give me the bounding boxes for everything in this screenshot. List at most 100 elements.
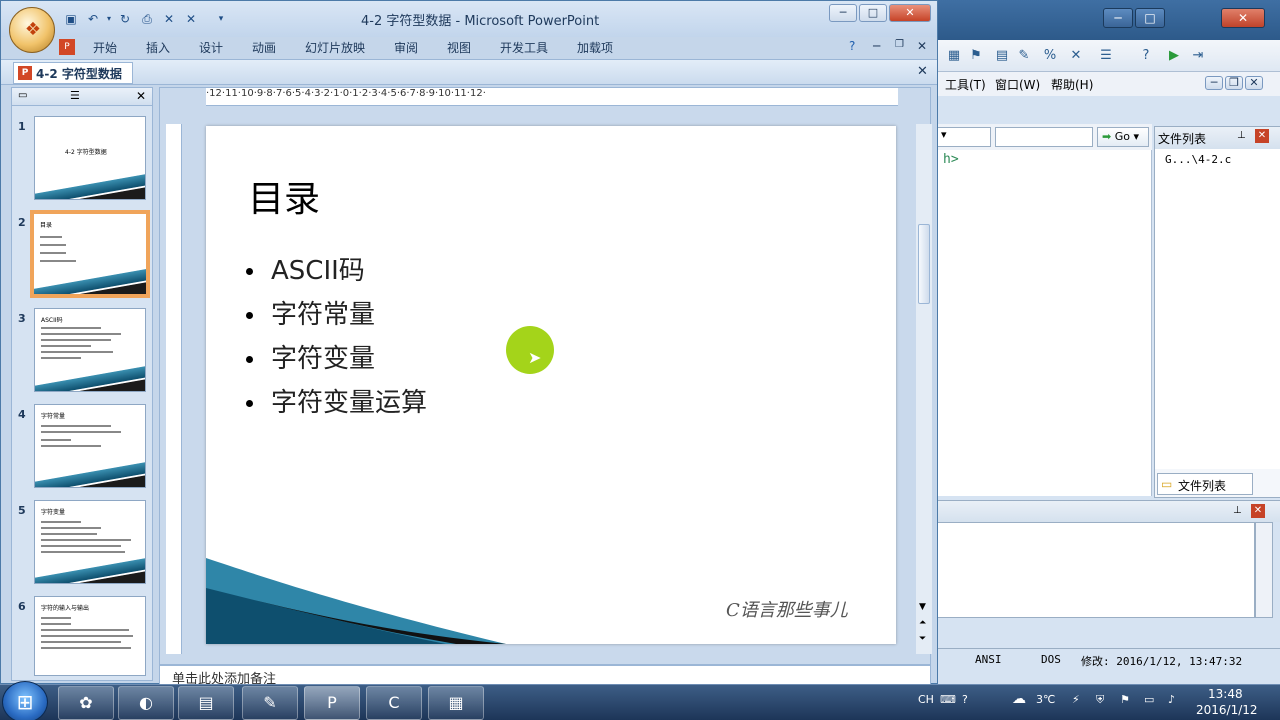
taskbar-explorer-icon[interactable]: ▤ [178,686,234,720]
taskbar-cfree-icon[interactable]: C [366,686,422,720]
ide-minimize-button[interactable]: ─ [1103,8,1133,28]
scope-combo[interactable]: ▾ [937,127,991,147]
tab-design[interactable]: 设计 [199,39,223,56]
customize-qat-icon[interactable]: ▾ [213,11,229,27]
output-scrollbar[interactable] [1255,522,1273,618]
office-button[interactable]: ❖ [9,7,55,53]
tab-view[interactable]: 视图 [447,39,471,56]
taskbar-calculator-icon[interactable]: ▦ [428,686,484,720]
help-icon[interactable]: ? [849,39,855,53]
slide-thumbnail[interactable]: 字符变量 [34,500,146,584]
run-icon[interactable]: ▶ [1165,47,1183,65]
help-tray-icon[interactable]: ? [962,693,968,706]
bullet-item[interactable]: ASCII码 [246,250,365,287]
thumb-line [41,623,71,625]
output-panel[interactable] [937,522,1255,618]
help-icon[interactable]: ? [1137,47,1155,65]
mdi-close-button[interactable]: ✕ [1245,76,1263,90]
display-icon[interactable]: ▭ [1144,693,1154,706]
weather-cloud-icon[interactable]: ☁ [1012,691,1026,707]
save-icon[interactable]: ▣ [63,11,79,27]
slide-thumbnail-selected[interactable]: 目录 [30,210,150,298]
scroll-down-icon[interactable]: ▼ [919,602,926,612]
document-close-icon[interactable]: ✕ [917,64,928,79]
symbol-combo[interactable] [995,127,1093,147]
next-slide-icon[interactable]: ⏷ [919,634,926,644]
slides-tab-icon[interactable]: ▭ [18,90,27,101]
percent-icon[interactable]: % [1041,47,1059,65]
undo-dropdown-icon[interactable]: ▾ [101,11,117,27]
notes-pane[interactable]: 单击此处添加备注 [159,665,931,685]
go-button[interactable]: ➡ Go ▾ [1097,127,1149,147]
flag-icon[interactable]: ⚑ [1120,693,1130,706]
print-preview-icon[interactable]: ⎙ [139,11,155,27]
output-pin-icon[interactable]: ⊥ [1233,505,1242,516]
tab-insert[interactable]: 插入 [146,39,170,56]
slide-thumbnail[interactable]: ASCII码 [34,308,146,392]
language-indicator[interactable]: CH [918,693,934,706]
slide-thumbnail[interactable]: 字符的输入与输出 [34,596,146,676]
ribbon-minimize-icon[interactable]: ─ [873,39,880,53]
undo-icon[interactable]: ↶ [85,11,101,27]
slide-scrollbar[interactable]: ▼ ⏶ ⏷ [916,124,932,654]
close-small-icon[interactable]: ✕ [183,11,199,27]
ide-close-button[interactable]: ✕ [1221,8,1265,28]
scrollbar-thumb[interactable] [918,224,930,304]
bookmark-icon[interactable]: ⚑ [967,47,985,65]
panel-close-icon[interactable]: ✕ [1255,129,1269,143]
document-tab[interactable]: P 4-2 字符型数据 [13,62,133,84]
mdi-minimize-button[interactable]: ─ [1205,76,1223,90]
step-icon[interactable]: ⇥ [1189,47,1207,65]
file-item[interactable]: G...\4-2.c [1165,153,1231,166]
minimize-button[interactable]: ─ [829,4,857,22]
slide-title[interactable]: 目录 [248,170,320,222]
remove-icon[interactable]: ✕ [1067,47,1085,65]
slide-thumbnail[interactable]: 字符常量 [34,404,146,488]
ribbon-restore-icon[interactable]: ❐ [895,39,904,50]
slide-canvas[interactable]: 目录 ASCII码 字符常量 字符变量 字符变量运算 ➤ C语言那些事儿 [206,126,896,644]
tab-addins[interactable]: 加载项 [577,39,613,56]
network-icon[interactable]: ⚡ [1072,693,1080,706]
build-icon[interactable]: ▦ [945,47,963,65]
code-editor[interactable]: h> [937,150,1152,496]
maximize-button[interactable]: □ [859,4,887,22]
highlight-icon[interactable]: ✎ [1015,47,1033,65]
ide-maximize-button[interactable]: □ [1135,8,1165,28]
taskbar-app-icon[interactable]: ◐ [118,686,174,720]
menu-window[interactable]: 窗口(W) [995,76,1040,93]
keyboard-icon[interactable]: ⌨ [940,693,956,706]
mdi-restore-button[interactable]: ❐ [1225,76,1243,90]
taskbar-paint-icon[interactable]: ✎ [242,686,298,720]
redo-icon[interactable]: ↻ [117,11,133,27]
tab-developer[interactable]: 开发工具 [500,39,548,56]
clock-date[interactable]: 2016/1/12 [1196,703,1258,717]
taskbar-photos-icon[interactable]: ✿ [58,686,114,720]
bullet-item[interactable]: 字符变量 [246,338,375,375]
start-button[interactable]: ⊞ [2,681,48,720]
volume-icon[interactable]: ♪ [1168,693,1175,706]
tab-home[interactable]: 开始 [93,39,117,56]
tab-animations[interactable]: 动画 [252,39,276,56]
bullet-item[interactable]: 字符常量 [246,294,375,331]
slide-thumbnail[interactable]: 4-2 字符型数据 [34,116,146,200]
tab-slideshow[interactable]: 幻灯片放映 [305,39,365,56]
thumb-line [41,527,101,529]
panel-close-icon[interactable]: ✕ [136,89,146,103]
prev-slide-icon[interactable]: ⏶ [919,618,926,628]
outline-tab-icon[interactable]: ☰ [70,89,80,102]
tab-review[interactable]: 审阅 [394,39,418,56]
ribbon-close-icon[interactable]: ✕ [917,39,927,53]
list-icon[interactable]: ☰ [1097,47,1115,65]
file-list-tab[interactable]: ▭ 文件列表 [1157,473,1253,495]
taskbar-powerpoint-icon[interactable]: P [304,686,360,720]
menu-tools[interactable]: 工具(T) [945,76,986,93]
pin-icon[interactable]: ⊥ [1237,130,1246,141]
clock-time[interactable]: 13:48 [1208,687,1243,701]
cut-icon[interactable]: ✕ [161,11,177,27]
security-shield-icon[interactable]: ⛨ [1096,693,1104,707]
menu-help[interactable]: 帮助(H) [1051,76,1093,93]
close-button[interactable]: ✕ [889,4,931,22]
bullet-item[interactable]: 字符变量运算 [246,382,427,419]
output-close-icon[interactable]: ✕ [1251,504,1265,518]
document-icon[interactable]: ▤ [993,47,1011,65]
